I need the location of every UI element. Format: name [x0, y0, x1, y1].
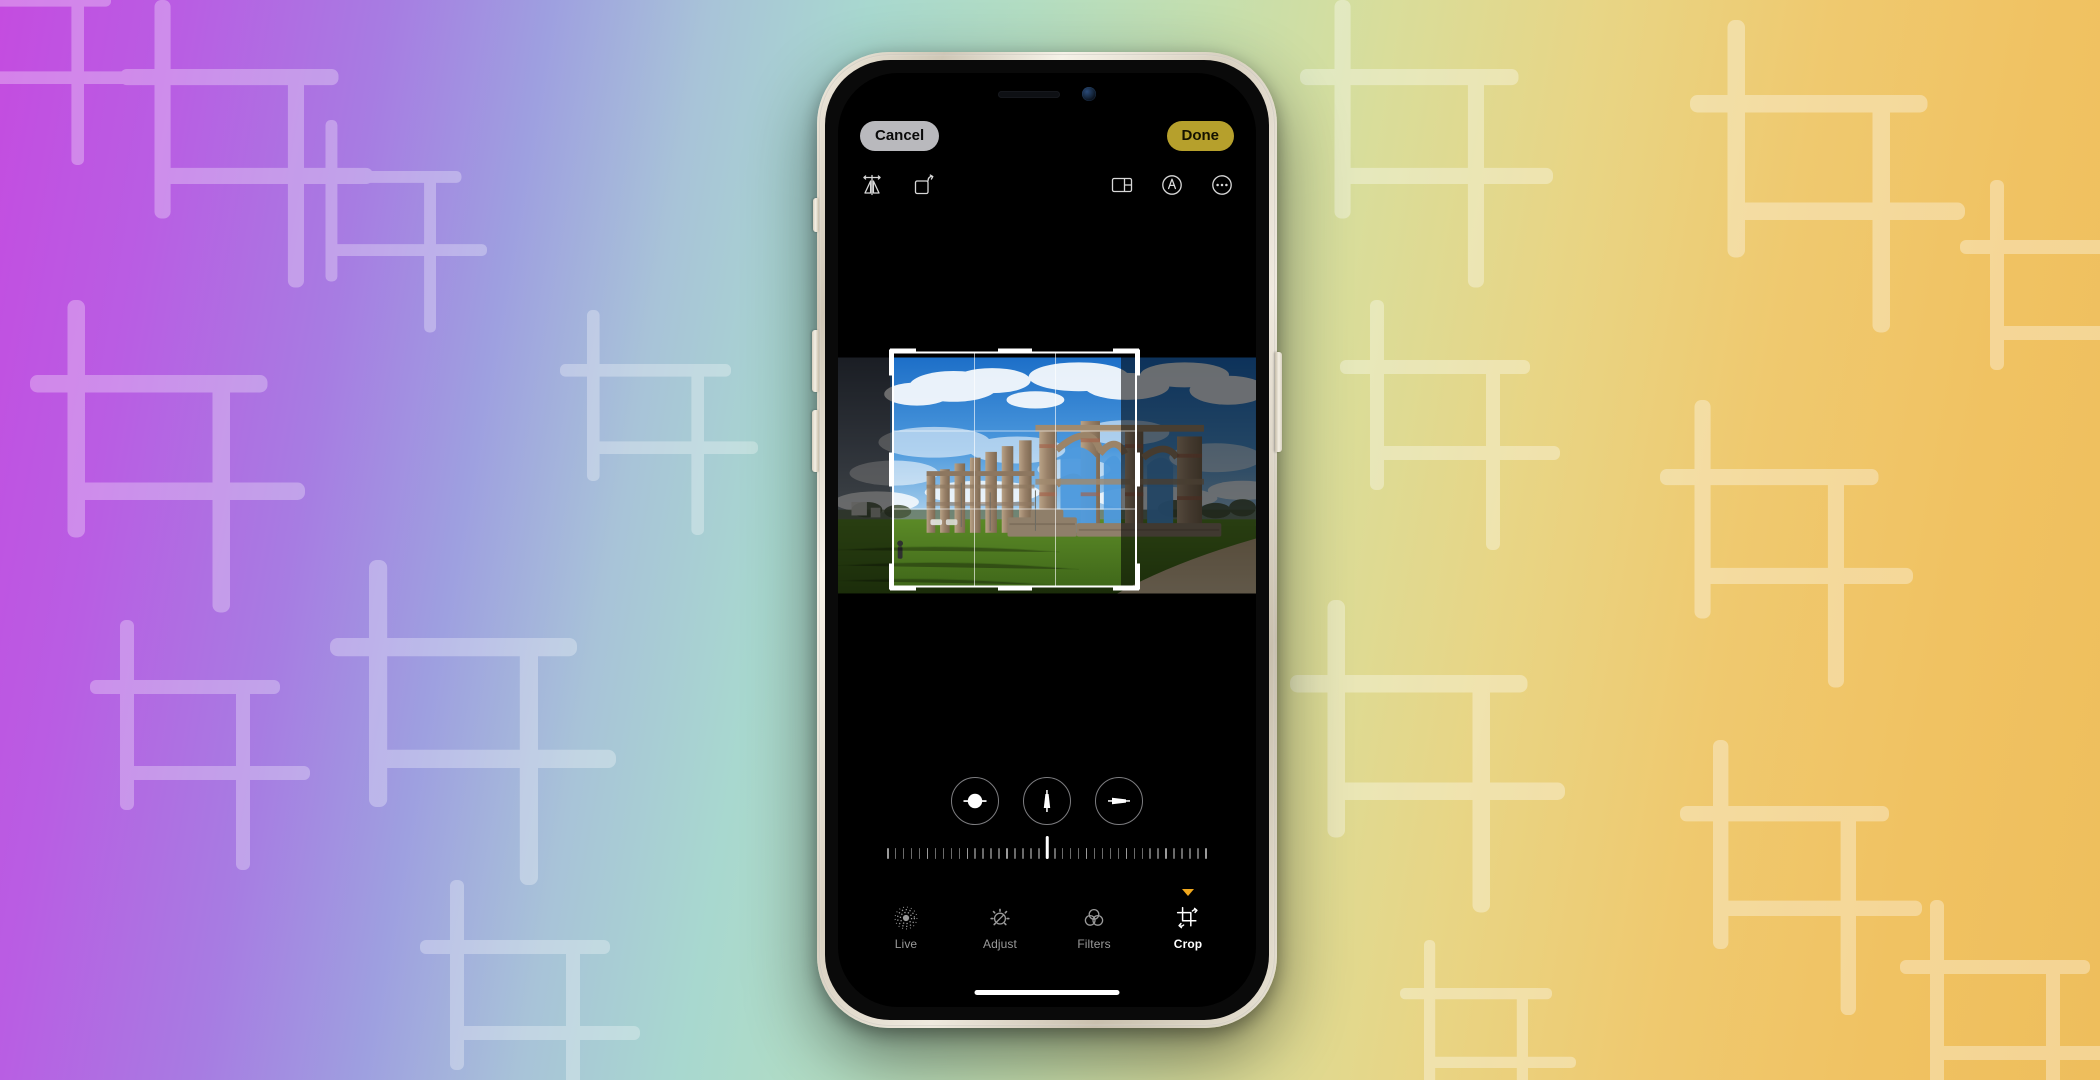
editor-canvas	[838, 213, 1256, 747]
ruler-tick	[1101, 848, 1104, 859]
live-photo-icon	[894, 905, 918, 931]
flip-horizontal-icon[interactable]	[858, 171, 886, 199]
aspect-ratio-icon[interactable]	[1108, 171, 1136, 199]
ruler-tick	[1030, 848, 1032, 859]
volume-down-button[interactable]	[812, 330, 819, 392]
straighten-icon[interactable]	[951, 777, 999, 825]
crop-gridline-v1	[973, 351, 975, 588]
ruler-tick	[1125, 848, 1128, 859]
crop-gridline-h2	[892, 508, 1137, 510]
ruler-tick	[1165, 848, 1167, 859]
ruler-tick	[1006, 848, 1008, 859]
more-ellipsis-icon[interactable]	[1208, 171, 1236, 199]
crop-handle-bottom-mid[interactable]	[997, 585, 1032, 591]
crop-handle-bottom-left-v[interactable]	[889, 563, 894, 590]
ruler-tick	[1038, 848, 1040, 859]
crop-gridline-v2	[1055, 351, 1057, 588]
tab-label-live: Live	[894, 937, 918, 951]
ruler-tick	[934, 848, 937, 859]
tab-adjust[interactable]: Adjust	[968, 905, 1032, 951]
tool-bar-left-group	[858, 171, 938, 199]
front-camera-icon	[1082, 87, 1096, 101]
active-tab-marker	[1182, 889, 1194, 896]
ruler-tick	[1093, 848, 1096, 859]
ruler-tick	[902, 848, 905, 859]
crop-frame[interactable]	[889, 348, 1140, 591]
tab-label-adjust: Adjust	[983, 937, 1017, 951]
ruler-tick	[982, 848, 984, 859]
crop-handle-bottom-right-v[interactable]	[1135, 563, 1140, 590]
tab-label-filters: Filters	[1077, 937, 1111, 951]
ruler-tick	[1109, 848, 1112, 859]
power-button[interactable]	[1275, 352, 1282, 452]
ruler-tick	[990, 848, 992, 859]
ruler-indicator[interactable]	[1045, 836, 1049, 859]
ruler-tick	[974, 848, 976, 859]
ruler-tick	[1173, 848, 1175, 859]
cancel-button[interactable]: Cancel	[860, 121, 940, 151]
crop-handle-right-mid[interactable]	[1135, 452, 1140, 487]
auto-magic-icon[interactable]	[1158, 171, 1186, 199]
ruler-tick	[887, 848, 889, 859]
tool-bar-right-group	[1108, 171, 1236, 199]
ruler-tick	[950, 848, 953, 859]
crop-handle-top-right-v[interactable]	[1135, 349, 1140, 376]
ruler-tick	[1189, 848, 1191, 859]
tab-crop[interactable]: Crop	[1156, 889, 1220, 951]
filters-circles-icon	[1082, 905, 1106, 931]
ruler-tick	[958, 848, 961, 859]
crop-handle-left-mid[interactable]	[889, 452, 894, 487]
ruler-tick	[1077, 848, 1080, 859]
home-indicator[interactable]	[974, 990, 1120, 995]
tab-live[interactable]: Live	[874, 905, 938, 951]
ruler-tick	[910, 848, 913, 859]
ruler-tick	[1054, 848, 1056, 859]
tab-filters[interactable]: Filters	[1062, 905, 1126, 951]
ruler-tick	[1133, 848, 1136, 859]
ruler-tick	[998, 848, 1000, 859]
adjust-dial-icon	[988, 905, 1012, 931]
straighten-slider[interactable]	[838, 833, 1256, 859]
ruler-tick	[1117, 848, 1120, 859]
phone-bezel: Cancel Done Live Adjust Filters Crop	[825, 60, 1269, 1020]
ruler-tick	[942, 848, 945, 859]
crop-gridline-h1	[892, 430, 1137, 432]
tab-label-crop: Crop	[1173, 937, 1203, 951]
ruler-tick	[1069, 848, 1072, 859]
crop-handle-top-mid[interactable]	[997, 348, 1032, 354]
ruler-tick	[1061, 848, 1064, 859]
phone-screen: Cancel Done Live Adjust Filters Crop	[838, 73, 1256, 1007]
editor-tab-bar: Live Adjust Filters Crop	[838, 889, 1256, 951]
rotate-icon[interactable]	[910, 171, 938, 199]
silence-switch[interactable]	[813, 198, 819, 232]
vertical-perspective-icon[interactable]	[1023, 777, 1071, 825]
speaker-grille-icon	[998, 90, 1060, 98]
ruler-tick	[1157, 848, 1159, 859]
ruler-tick	[1141, 848, 1143, 859]
ruler-tick	[894, 848, 897, 859]
horizontal-perspective-icon[interactable]	[1095, 777, 1143, 825]
crop-handle-top-left-v[interactable]	[889, 349, 894, 376]
ruler-tick	[966, 848, 969, 859]
ruler-tick	[1205, 848, 1207, 859]
photo-stage	[838, 348, 1256, 603]
ruler-tick	[1022, 848, 1024, 859]
editor-top-bar: Cancel Done	[838, 117, 1256, 155]
ruler-tick	[1181, 848, 1183, 859]
crop-icon	[1175, 905, 1201, 931]
ruler-tick	[1197, 848, 1199, 859]
ruler-tick	[1014, 848, 1016, 859]
done-button[interactable]: Done	[1166, 121, 1234, 151]
perspective-button-row	[838, 777, 1256, 825]
editor-tool-bar	[838, 165, 1256, 205]
ruler-tick	[1149, 848, 1151, 859]
straighten-slider-track[interactable]	[887, 833, 1207, 859]
dynamic-island	[961, 79, 1133, 109]
ruler-tick	[1085, 848, 1088, 859]
ruler-tick	[918, 848, 921, 859]
ruler-tick	[926, 848, 929, 859]
phone-device: Cancel Done Live Adjust Filters Crop	[812, 52, 1282, 1028]
volume-up-button[interactable]	[812, 410, 819, 472]
